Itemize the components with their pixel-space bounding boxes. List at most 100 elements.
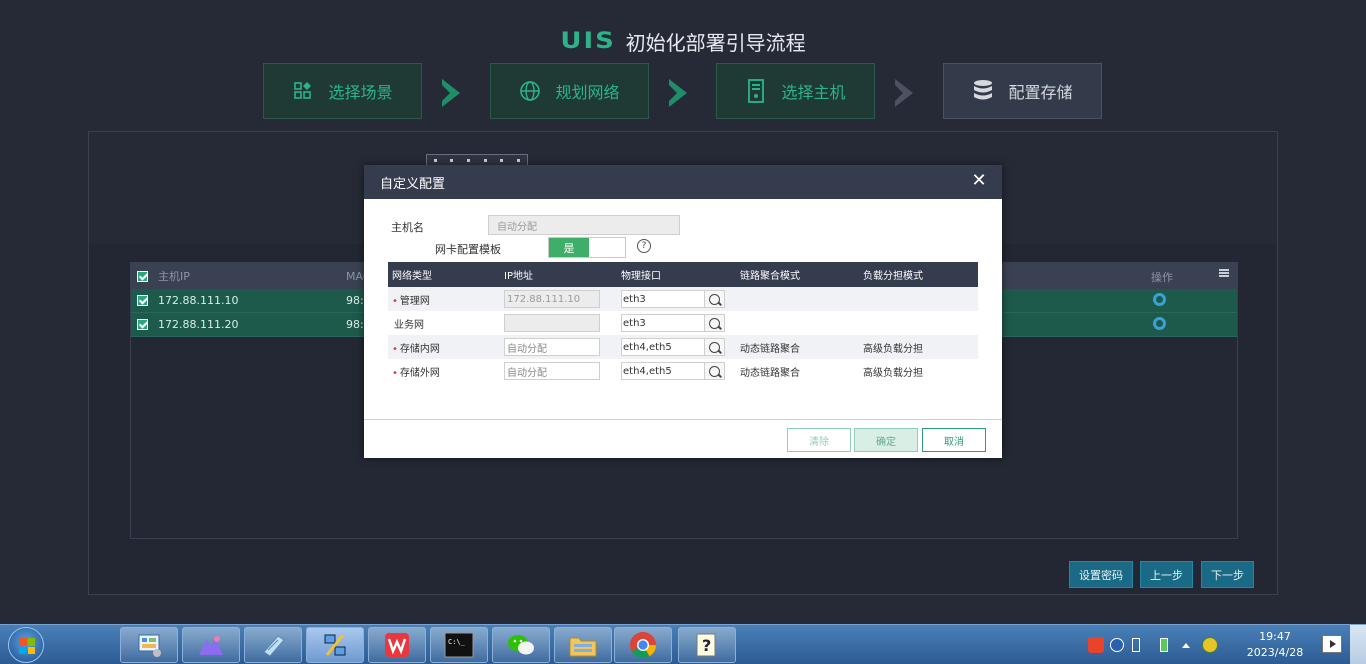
port-cell: eth4,eth5 [621, 362, 740, 380]
required-marker: • [392, 295, 398, 307]
cmd-icon[interactable]: C:\_ [430, 627, 488, 663]
globe-icon [519, 80, 541, 102]
dialog-title: 自定义配置 [380, 176, 446, 192]
host-ip: 172.88.111.10 [158, 294, 239, 307]
step-plan-network[interactable]: 规划网络 [490, 63, 649, 119]
port-cell: eth3 [621, 290, 740, 308]
port-input[interactable]: eth3 [621, 290, 705, 308]
col-bond-mode: 链路聚合模式 [740, 271, 800, 282]
network-type-cell: • 管理网 [388, 292, 504, 307]
row-checkbox[interactable] [137, 295, 148, 306]
usb-icon[interactable] [1160, 638, 1168, 652]
table-row: • 存储外网 自动分配 eth4,eth5 动态链路聚合 高级负载分担 [388, 359, 978, 383]
control-panel-icon[interactable] [120, 627, 178, 663]
network-tool-icon[interactable] [306, 627, 364, 663]
step-label: 选择场景 [328, 83, 393, 102]
chevron-up-icon[interactable] [1182, 642, 1190, 648]
search-icon[interactable] [705, 362, 725, 380]
port-input[interactable]: eth4,eth5 [621, 362, 705, 380]
dot-icon [483, 158, 487, 162]
hostname-input[interactable]: 自动分配 [488, 215, 680, 235]
dot-icon [467, 158, 471, 162]
app-icon[interactable] [182, 627, 240, 663]
start-button[interactable] [8, 627, 44, 663]
port-input[interactable]: eth3 [621, 314, 705, 332]
network-type: 存储外网 [399, 367, 440, 379]
column-menu-icon[interactable] [1219, 269, 1229, 277]
search-icon[interactable] [705, 290, 725, 308]
port-cell: eth4,eth5 [621, 338, 740, 356]
show-desktop-icon[interactable] [1322, 635, 1342, 653]
host-ip: 172.88.111.20 [158, 318, 239, 331]
clear-button[interactable]: 清除 [787, 428, 851, 452]
custom-config-dialog: 自定义配置 ✕ 主机名 自动分配 网卡配置模板 是 ? 网络类型 IP地址 物理… [364, 165, 1002, 458]
prev-step-button[interactable]: 上一步 [1140, 561, 1193, 588]
wechat-icon[interactable] [492, 627, 550, 663]
dot-icon [517, 158, 521, 162]
network-type: 业务网 [394, 319, 424, 331]
nic-template-toggle[interactable]: 是 [548, 237, 626, 258]
search-icon[interactable] [705, 314, 725, 332]
display-icon[interactable] [1132, 638, 1140, 652]
help-icon[interactable]: ? [637, 239, 651, 253]
step-label: 选择主机 [781, 83, 846, 102]
col-lb-mode: 负载分担模式 [863, 271, 923, 282]
notepad-icon[interactable] [244, 627, 302, 663]
bond-mode: 动态链路聚合 [740, 367, 800, 379]
cancel-button[interactable]: 取消 [922, 428, 986, 452]
chrome-icon[interactable] [614, 627, 672, 663]
clock-time: 19:47 [1259, 630, 1291, 643]
dialog-header: 自定义配置 ✕ [364, 165, 1002, 199]
wps-icon[interactable] [368, 627, 426, 663]
select-all-checkbox[interactable] [137, 270, 148, 282]
step-select-host[interactable]: 选择主机 [716, 63, 875, 119]
folder-icon[interactable] [554, 627, 612, 663]
help-icon[interactable]: ? [678, 627, 736, 663]
col-physical-port: 物理接口 [621, 271, 661, 282]
col-network-type: 网络类型 [392, 271, 432, 282]
ip-input[interactable]: 172.88.111.10 [504, 290, 600, 308]
ip-input[interactable]: 自动分配 [504, 362, 600, 380]
network-status-icon[interactable] [1202, 637, 1218, 653]
dialog-body: 主机名 自动分配 网卡配置模板 是 ? 网络类型 IP地址 物理接口 链路聚合模… [364, 199, 1002, 419]
port-cell: eth3 [621, 314, 740, 332]
ime-icon[interactable] [1088, 637, 1104, 653]
hostname-label: 主机名 [391, 221, 424, 234]
svg-text:?: ? [702, 636, 711, 655]
step-label: 配置存储 [1008, 83, 1073, 102]
toggle-on-label: 是 [549, 238, 589, 257]
gear-icon[interactable] [1153, 317, 1166, 330]
table-row: • 管理网 172.88.111.10 eth3 [388, 287, 978, 311]
app-header: UIS 初始化部署引导流程 [0, 26, 1366, 56]
ok-button[interactable]: 确定 [854, 428, 918, 452]
gear-icon[interactable] [1153, 293, 1166, 306]
ip-input[interactable]: 自动分配 [504, 338, 600, 356]
page-title: 初始化部署引导流程 [625, 30, 806, 55]
network-type: 存储内网 [399, 343, 440, 355]
col-ip-address: IP地址 [504, 271, 533, 282]
system-clock[interactable]: 19:47 2023/4/28 [1240, 629, 1310, 661]
next-step-button[interactable]: 下一步 [1201, 561, 1254, 588]
cmd-label: C:\_ [448, 638, 466, 646]
ip-cell: 172.88.111.10 [504, 290, 621, 308]
search-icon[interactable] [705, 338, 725, 356]
ip-input[interactable] [504, 314, 600, 332]
row-checkbox[interactable] [137, 319, 148, 330]
network-table: 网络类型 IP地址 物理接口 链路聚合模式 负载分担模式 • 管理网 172.88… [388, 262, 978, 383]
ip-cell: 自动分配 [504, 362, 621, 380]
step-arrow [669, 79, 687, 107]
set-password-button[interactable]: 设置密码 [1069, 561, 1133, 588]
step-config-storage[interactable]: 配置存储 [943, 63, 1102, 119]
required-marker: • [392, 343, 398, 355]
ip-cell: 自动分配 [504, 338, 621, 356]
port-input[interactable]: eth4,eth5 [621, 338, 705, 356]
required-marker: • [392, 367, 398, 379]
table-row: 业务网 eth3 [388, 311, 978, 335]
step-select-scene[interactable]: 选择场景 [263, 63, 422, 119]
help-tray-icon[interactable] [1110, 638, 1124, 652]
table-row: • 存储内网 自动分配 eth4,eth5 动态链路聚合 高级负载分担 [388, 335, 978, 359]
close-icon[interactable]: ✕ [970, 172, 988, 190]
database-icon [972, 80, 994, 102]
dot-icon [433, 158, 437, 162]
lb-mode: 高级负载分担 [863, 343, 923, 355]
